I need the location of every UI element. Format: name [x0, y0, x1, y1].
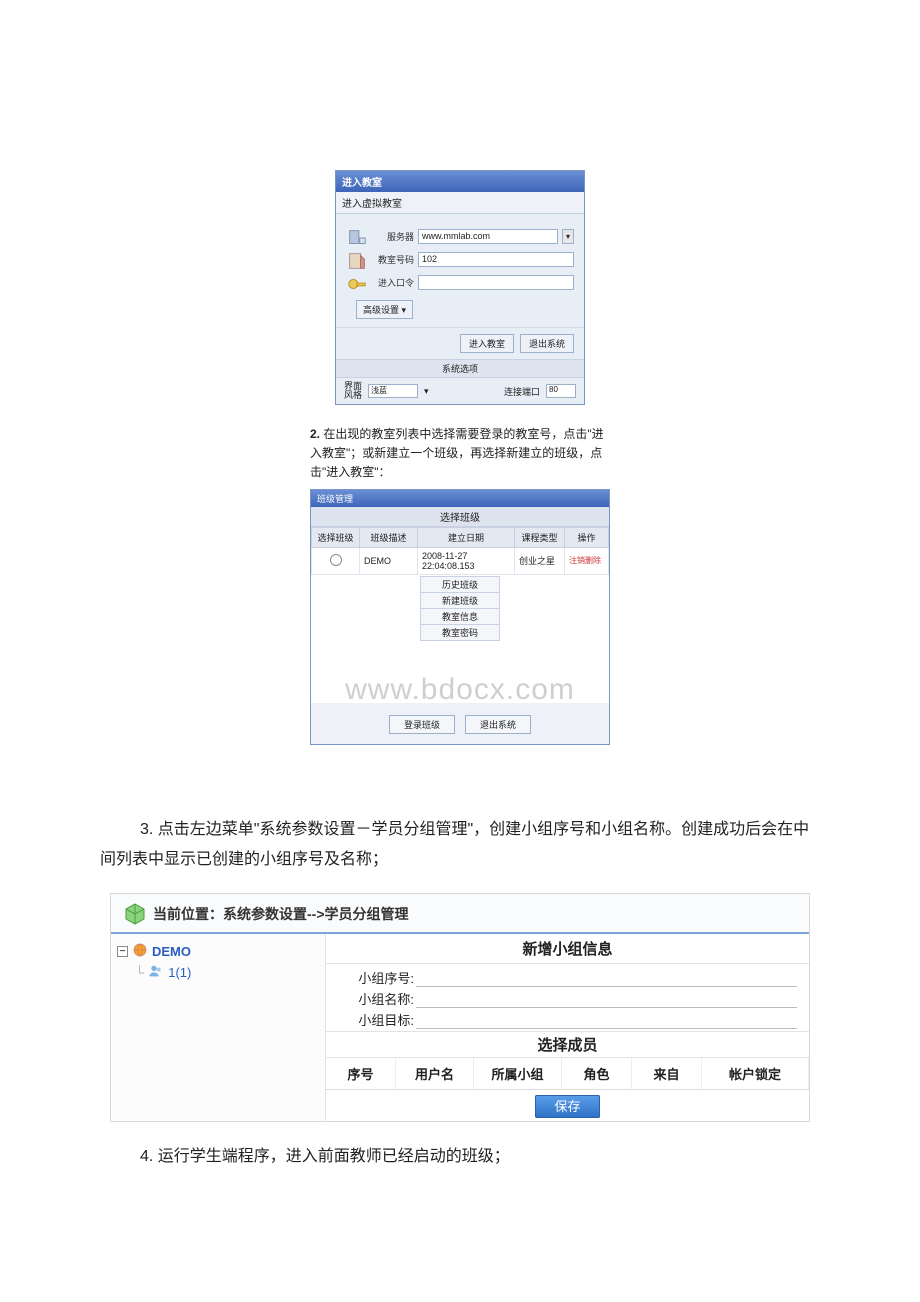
port-input[interactable]: 80 — [546, 384, 576, 398]
pass-input[interactable] — [418, 275, 574, 290]
group-management-panel: 当前位置：系统参数设置-->学员分组管理 − DEMO └ 1(1) — [110, 893, 810, 1122]
input-group-goal[interactable] — [416, 1011, 797, 1029]
ui-style-label: 界面 风格 — [344, 382, 362, 400]
save-button[interactable]: 保存 — [535, 1095, 599, 1118]
key-icon — [346, 273, 368, 291]
col-date: 建立日期 — [418, 527, 515, 547]
tree-child[interactable]: └ 1(1) — [135, 963, 319, 982]
col-type: 课程类型 — [515, 527, 565, 547]
tree-root[interactable]: − DEMO — [117, 942, 319, 961]
input-group-no[interactable] — [416, 969, 797, 987]
step4-text: 4. 运行学生端程序，进入前面教师已经启动的班级； — [40, 1142, 880, 1172]
step2-text: 2. 在出现的教室列表中选择需要登录的教室号，点击"进入教室"；或新建立一个班级… — [310, 425, 610, 483]
room-label: 教室号码 — [372, 253, 414, 266]
advanced-button[interactable]: 高级设置 ▾ — [356, 300, 413, 319]
member-table-header: 序号 用户名 所属小组 角色 来自 帐户锁定 — [326, 1058, 809, 1090]
exit-system-button[interactable]: 退出系统 — [465, 715, 531, 734]
globe-icon — [132, 942, 148, 961]
users-icon — [148, 963, 164, 982]
exit-button[interactable]: 退出系统 — [520, 334, 574, 353]
tab-new[interactable]: 新建班级 — [420, 592, 500, 609]
breadcrumb: 当前位置：系统参数设置-->学员分组管理 — [111, 894, 809, 934]
pass-label: 进入口令 — [372, 276, 414, 289]
room-input[interactable]: 102 — [418, 252, 574, 267]
dialog-title: 进入教室 — [336, 171, 584, 192]
tab-info[interactable]: 教室信息 — [420, 608, 500, 625]
system-options-bar: 系统选项 — [336, 359, 584, 378]
col-select: 选择班级 — [312, 527, 360, 547]
input-group-name[interactable] — [416, 990, 797, 1008]
tab-history[interactable]: 历史班级 — [420, 576, 500, 593]
tab-password[interactable]: 教室密码 — [420, 624, 500, 641]
label-group-name: 小组名称: — [346, 989, 414, 1008]
label-group-no: 小组序号: — [346, 968, 414, 987]
col-op: 操作 — [565, 527, 609, 547]
section-new-group: 新增小组信息 — [326, 934, 809, 964]
class-table: 选择班级 班级描述 建立日期 课程类型 操作 DEMO 2008-11-27 2… — [311, 527, 609, 575]
chevron-down-icon: ▾ — [402, 305, 407, 315]
class-dialog: 班级管理 选择班级 选择班级 班级描述 建立日期 课程类型 操作 DEMO 20… — [310, 489, 610, 745]
table-row[interactable]: DEMO 2008-11-27 22:04:08.153 创业之星 注销删除 — [312, 547, 609, 574]
tree-panel: − DEMO └ 1(1) — [111, 934, 326, 1121]
room-icon — [346, 250, 368, 268]
col-desc: 班级描述 — [360, 527, 418, 547]
server-icon — [346, 227, 368, 245]
server-dropdown-icon[interactable]: ▾ — [562, 229, 574, 244]
section-select-member: 选择成员 — [326, 1031, 809, 1058]
server-label: 服务器 — [372, 230, 414, 243]
cube-icon — [123, 902, 147, 926]
label-group-goal: 小组目标: — [346, 1010, 414, 1029]
login-class-button[interactable]: 登录班级 — [389, 715, 455, 734]
delete-link[interactable]: 注销删除 — [565, 547, 609, 574]
collapse-icon[interactable]: − — [117, 946, 128, 957]
step3-text: 3. 点击左边菜单"系统参数设置－学员分组管理"，创建小组序号和小组名称。创建成… — [40, 815, 880, 876]
radio-icon[interactable] — [330, 554, 342, 566]
class-dialog-header: 选择班级 — [311, 507, 609, 527]
port-label: 连接端口 — [504, 385, 540, 398]
enter-button[interactable]: 进入教室 — [460, 334, 514, 353]
server-input[interactable]: www.mmlab.com — [418, 229, 558, 244]
class-dialog-title: 班级管理 — [311, 490, 609, 507]
ui-style-select[interactable]: 浅蓝 — [368, 384, 418, 398]
dialog-subtitle: 进入虚拟教室 — [336, 192, 584, 214]
login-dialog: 进入教室 进入虚拟教室 服务器 www.mmlab.com ▾ 教室号码 102 — [335, 170, 585, 405]
